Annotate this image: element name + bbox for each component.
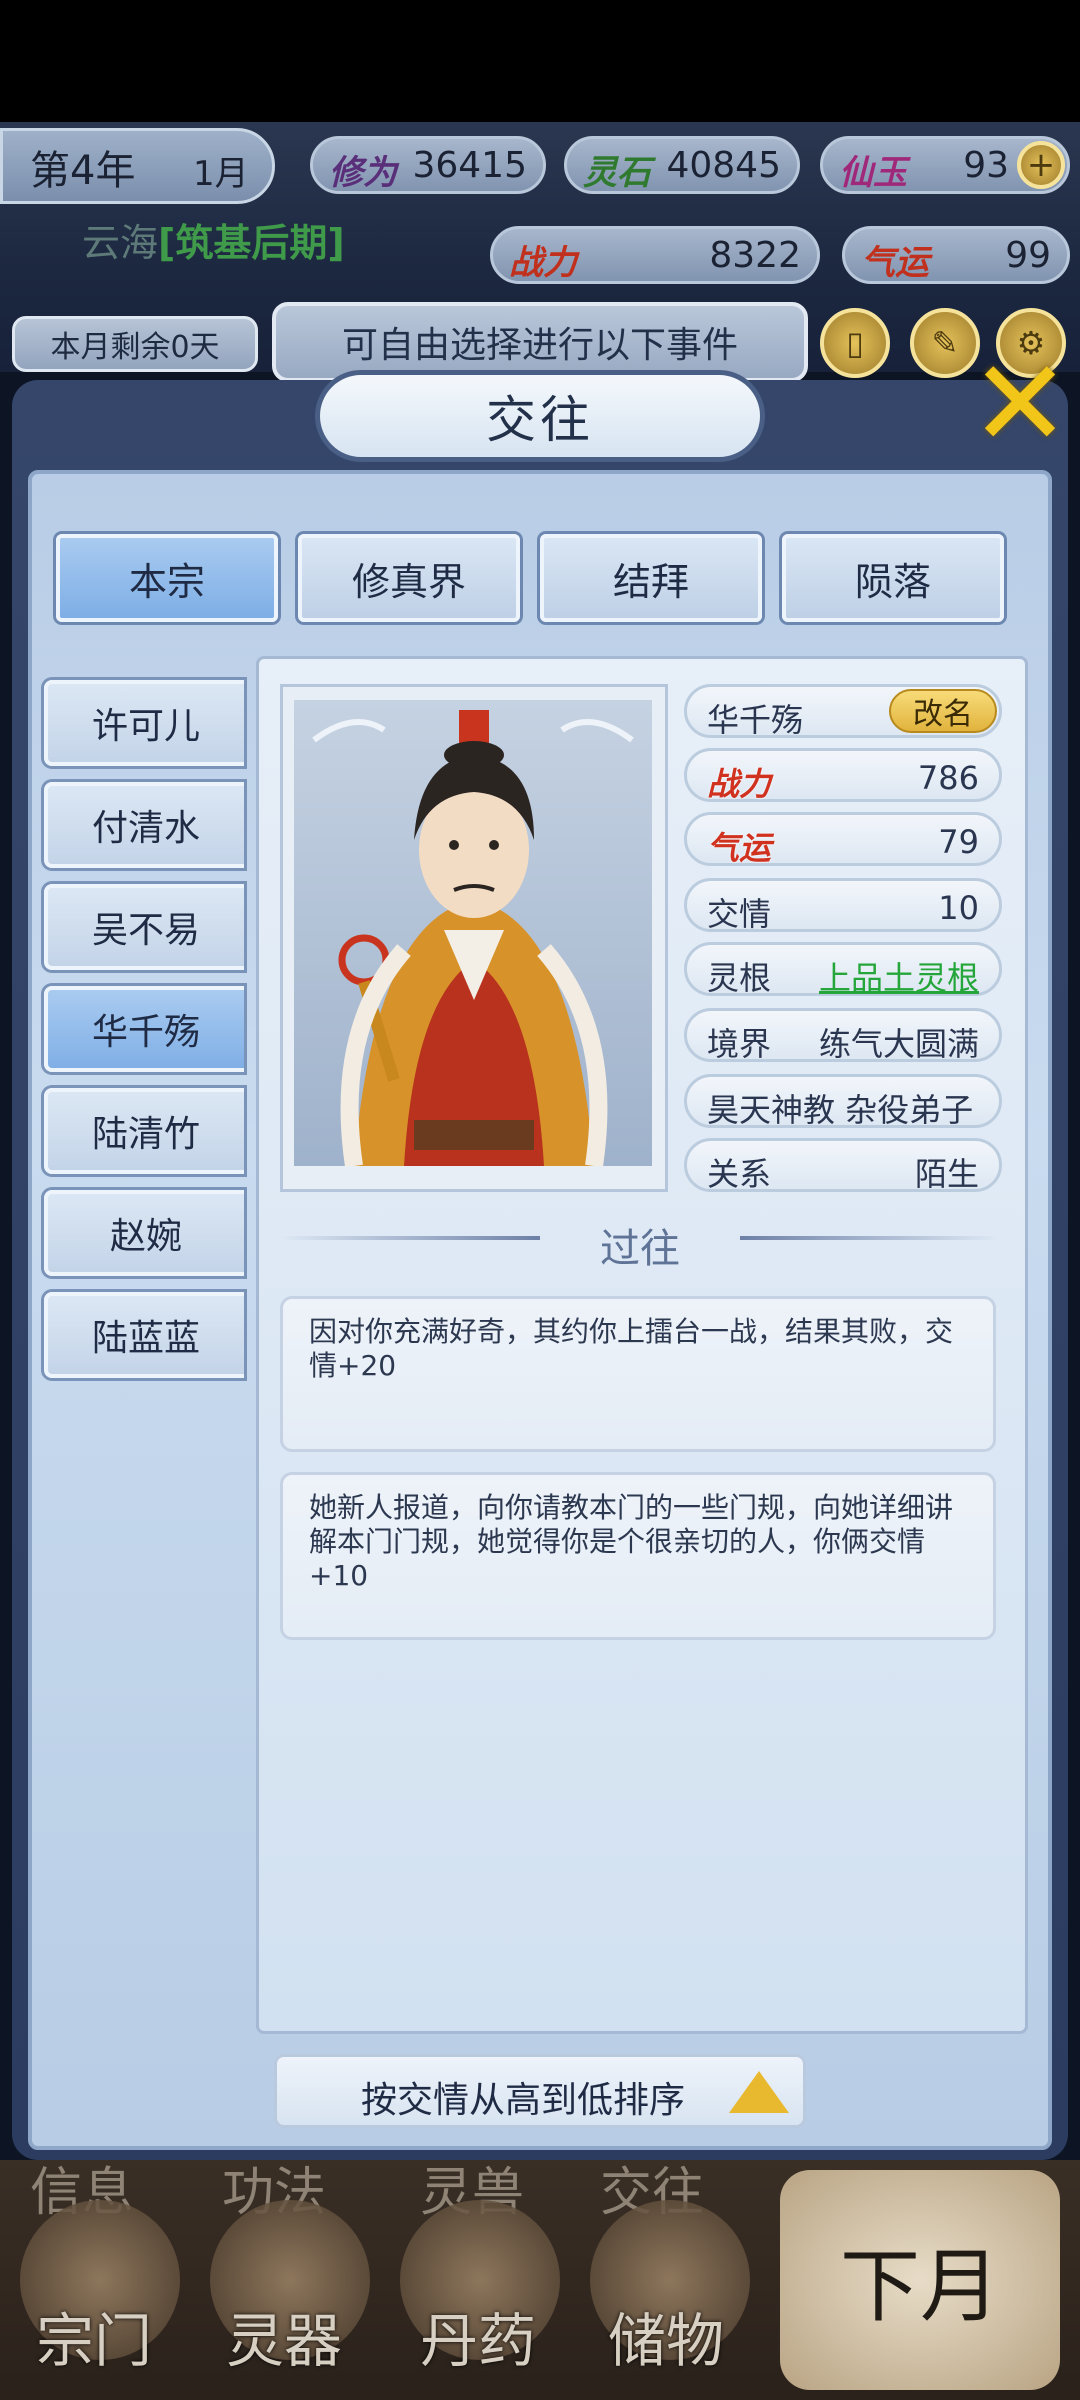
nav-storage[interactable]: 储物 bbox=[608, 2294, 724, 2378]
luck-pill: 气运 99 bbox=[842, 226, 1070, 284]
scroll-icon[interactable]: ▯ bbox=[820, 308, 890, 378]
portrait-figure bbox=[312, 710, 634, 1168]
profile-root-label: 灵根 bbox=[707, 959, 772, 997]
profile-root-link[interactable]: 上品土灵根 bbox=[819, 953, 979, 999]
profile-luck-value: 79 bbox=[938, 823, 979, 861]
cultivation-label: 修为 bbox=[329, 153, 397, 193]
next-month-button[interactable]: 下月 bbox=[780, 2170, 1060, 2390]
profile-sect-row: 昊天神教 杂役弟子 bbox=[684, 1074, 1002, 1129]
power-label: 战力 bbox=[509, 243, 577, 283]
remaining-days-tag: 本月剩余0天 bbox=[12, 316, 258, 372]
immortal-jade-label: 仙玉 bbox=[839, 153, 907, 193]
immortal-jade-value: 93 bbox=[963, 145, 1009, 186]
profile-realm-label: 境界 bbox=[707, 1025, 772, 1063]
profile-power-value: 786 bbox=[917, 759, 979, 797]
spirit-stone-label: 灵石 bbox=[583, 153, 651, 193]
spirit-stone-value: 40845 bbox=[666, 145, 781, 186]
spirit-stone-pill: 灵石 40845 bbox=[564, 136, 800, 194]
sort-triangle-icon bbox=[729, 2071, 789, 2113]
luck-label: 气运 bbox=[861, 243, 929, 283]
nav-sect[interactable]: 宗门 bbox=[36, 2294, 152, 2378]
name-item-6[interactable]: 赵婉 bbox=[44, 1190, 244, 1276]
name-item-5[interactable]: 陆清竹 bbox=[44, 1088, 244, 1174]
profile-relation-value: 陌生 bbox=[914, 1155, 979, 1193]
profile-realm-row: 境界 练气大圆满 bbox=[684, 1008, 1002, 1063]
profile-power-label: 战力 bbox=[707, 765, 772, 803]
power-value: 8322 bbox=[709, 235, 801, 276]
dialog-title: 交往 bbox=[315, 370, 765, 462]
power-pill: 战力 8322 bbox=[490, 226, 820, 284]
profile-luck-row: 气运 79 bbox=[684, 812, 1002, 867]
cultivation-value: 36415 bbox=[412, 145, 527, 186]
profile-friendship-value: 10 bbox=[938, 889, 979, 927]
player-name: 云海[筑基后期] bbox=[82, 212, 345, 267]
sort-button[interactable]: 按交情从高到低排序 bbox=[274, 2054, 806, 2128]
status-bar bbox=[0, 0, 1080, 122]
tab-sworn[interactable]: 结拜 bbox=[540, 534, 762, 622]
year-label: 第4年 bbox=[30, 148, 136, 194]
month-label: 1月 bbox=[193, 154, 249, 194]
player-realm: [筑基后期] bbox=[158, 221, 345, 265]
luck-value: 99 bbox=[1005, 235, 1051, 276]
tab-sect[interactable]: 本宗 bbox=[56, 534, 278, 622]
past-divider-left bbox=[280, 1236, 540, 1240]
profile-friendship-label: 交情 bbox=[707, 895, 772, 933]
past-divider-right bbox=[740, 1236, 1000, 1240]
immortal-jade-pill: 仙玉 93 + bbox=[820, 136, 1070, 194]
nav-artifact[interactable]: 灵器 bbox=[226, 2294, 342, 2378]
name-item-2[interactable]: 付清水 bbox=[44, 782, 244, 868]
name-item-7[interactable]: 陆蓝蓝 bbox=[44, 1292, 244, 1378]
close-icon[interactable]: ✕ bbox=[968, 345, 1072, 465]
profile-luck-label: 气运 bbox=[707, 829, 772, 867]
name-item-4[interactable]: 华千殇 bbox=[44, 986, 244, 1072]
history-card-2: 她新人报道，向你请教本门的一些门规，向她详细讲解本门门规，她觉得你是个很亲切的人… bbox=[280, 1472, 996, 1640]
player-name-text: 云海 bbox=[82, 221, 159, 265]
profile-power-row: 战力 786 bbox=[684, 748, 1002, 803]
name-item-3[interactable]: 吴不易 bbox=[44, 884, 244, 970]
name-item-1[interactable]: 许可儿 bbox=[44, 680, 244, 766]
character-portrait bbox=[294, 700, 652, 1168]
nav-pills[interactable]: 丹药 bbox=[420, 2294, 536, 2378]
history-card-1: 因对你充满好奇，其约你上擂台一战，结果其败，交情+20 bbox=[280, 1296, 996, 1452]
profile-realm-value: 练气大圆满 bbox=[818, 1025, 979, 1063]
past-section-title: 过往 bbox=[600, 1226, 680, 1272]
profile-root-row: 灵根 上品土灵根 bbox=[684, 942, 1002, 999]
profile-friendship-row: 交情 10 bbox=[684, 878, 1002, 933]
profile-relation-label: 关系 bbox=[707, 1155, 772, 1193]
profile-sect-title: 昊天神教 杂役弟子 bbox=[707, 1091, 974, 1129]
cultivation-pill: 修为 36415 bbox=[310, 136, 546, 194]
rename-button[interactable]: 改名 bbox=[889, 689, 997, 733]
profile-name-row: 华千殇 改名 bbox=[684, 684, 1002, 739]
sort-label: 按交情从高到低排序 bbox=[361, 2080, 686, 2121]
add-jade-icon[interactable]: + bbox=[1017, 141, 1065, 189]
tab-cultivation-world[interactable]: 修真界 bbox=[298, 534, 520, 622]
profile-relation-row: 关系 陌生 bbox=[684, 1138, 1002, 1193]
profile-name: 华千殇 bbox=[707, 701, 804, 739]
tab-fallen[interactable]: 陨落 bbox=[782, 534, 1004, 622]
